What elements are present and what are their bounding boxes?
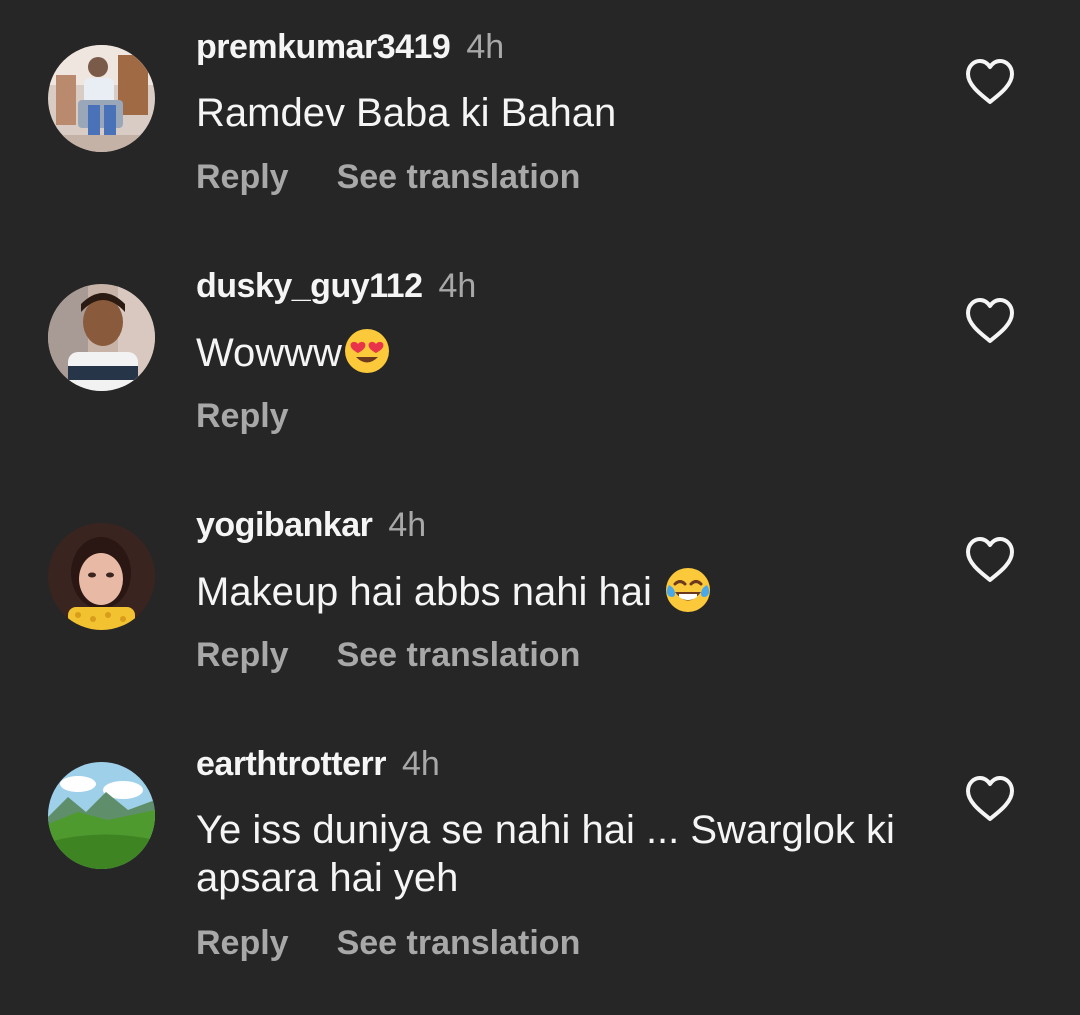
see-translation-button[interactable]: See translation <box>337 924 581 962</box>
reply-button[interactable]: Reply <box>196 924 289 962</box>
timestamp: 4h <box>401 745 440 783</box>
comment-text: Ye iss duniya se nahi hai ... Swarglok k… <box>196 808 895 900</box>
heart-outline-icon[interactable] <box>964 775 1016 823</box>
avatar[interactable] <box>48 762 155 869</box>
comment-actions: Reply See translation <box>196 924 580 963</box>
avatar-image <box>48 762 155 869</box>
comment-item: earthtrotterr 4h Ye iss duniya se nahi ha… <box>0 0 1080 1015</box>
comment-meta: earthtrotterr 4h <box>196 745 440 785</box>
username[interactable]: earthtrotterr <box>196 745 386 783</box>
